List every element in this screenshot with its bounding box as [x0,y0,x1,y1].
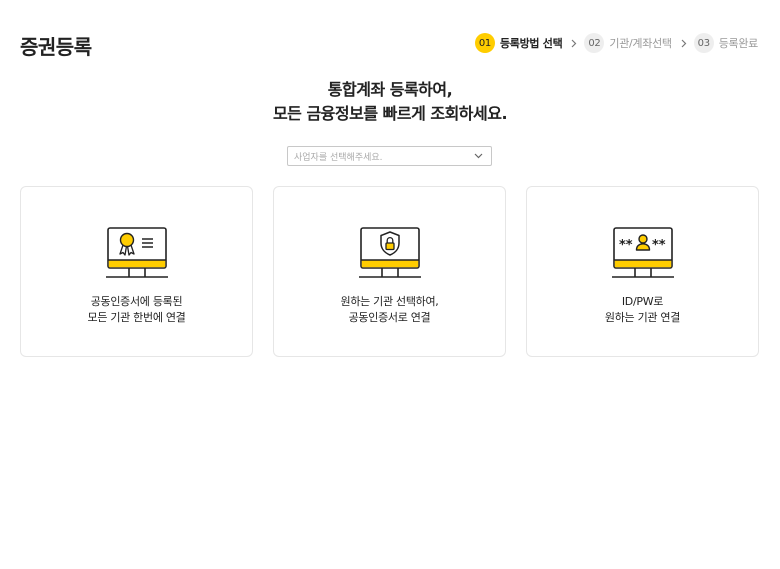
card-text-line-1: 공동인증서에 등록된 [90,295,183,308]
step-2: 02 기관/계좌선택 [584,33,672,53]
step-1: 01 등록방법 선택 [474,33,563,53]
step-3: 03 등록완료 [693,33,759,53]
svg-text:**: ** [619,238,633,253]
certificate-all-card[interactable]: 공동인증서에 등록된 모든 기관 한번에 연결 [20,186,253,357]
step-2-label: 기관/계좌선택 [609,37,672,50]
step-1-number: 01 [474,33,495,53]
registration-method-list: 공동인증서에 등록된 모든 기관 한번에 연결 원하는 기관 선택하여, 공동인… [20,186,759,357]
headline-line-2: 모든 금융정보를 빠르게 조회하세요. [272,104,508,123]
headline: 통합계좌 등록하여, 모든 금융정보를 빠르게 조회하세요. [0,78,780,126]
id-password-card[interactable]: ** ** ID/PW로 원하는 기관 연결 [526,186,759,357]
step-3-label: 등록완료 [718,37,759,50]
card-text-line-2: 공동인증서로 연결 [348,311,431,324]
chevron-right-icon [571,39,577,48]
card-description: 원하는 기관 선택하여, 공동인증서로 연결 [274,294,505,326]
card-text-line-1: 원하는 기관 선택하여, [340,295,439,308]
chevron-down-icon [474,153,483,159]
card-description: ID/PW로 원하는 기관 연결 [527,294,758,326]
step-3-number: 03 [693,33,714,53]
card-text-line-1: ID/PW로 [621,295,664,308]
card-text-line-2: 모든 기관 한번에 연결 [87,311,186,324]
step-1-label: 등록방법 선택 [499,37,563,50]
certificate-select-card[interactable]: 원하는 기관 선택하여, 공동인증서로 연결 [273,186,506,357]
chevron-right-icon [681,39,687,48]
svg-text:**: ** [652,238,666,253]
step-2-number: 02 [584,33,605,53]
shield-lock-monitor-icon [358,226,422,280]
page-title: 증권등록 [20,35,92,59]
id-password-monitor-icon: ** ** [611,226,675,280]
business-select-placeholder: 사업자를 선택해주세요. [294,152,383,163]
card-text-line-2: 원하는 기관 연결 [604,311,681,324]
business-select[interactable]: 사업자를 선택해주세요. [287,146,492,166]
certificate-monitor-icon [105,226,169,280]
step-indicator: 01 등록방법 선택 02 기관/계좌선택 03 등록완료 [474,33,759,53]
headline-line-1: 통합계좌 등록하여, [327,80,453,99]
card-description: 공동인증서에 등록된 모든 기관 한번에 연결 [21,294,252,326]
